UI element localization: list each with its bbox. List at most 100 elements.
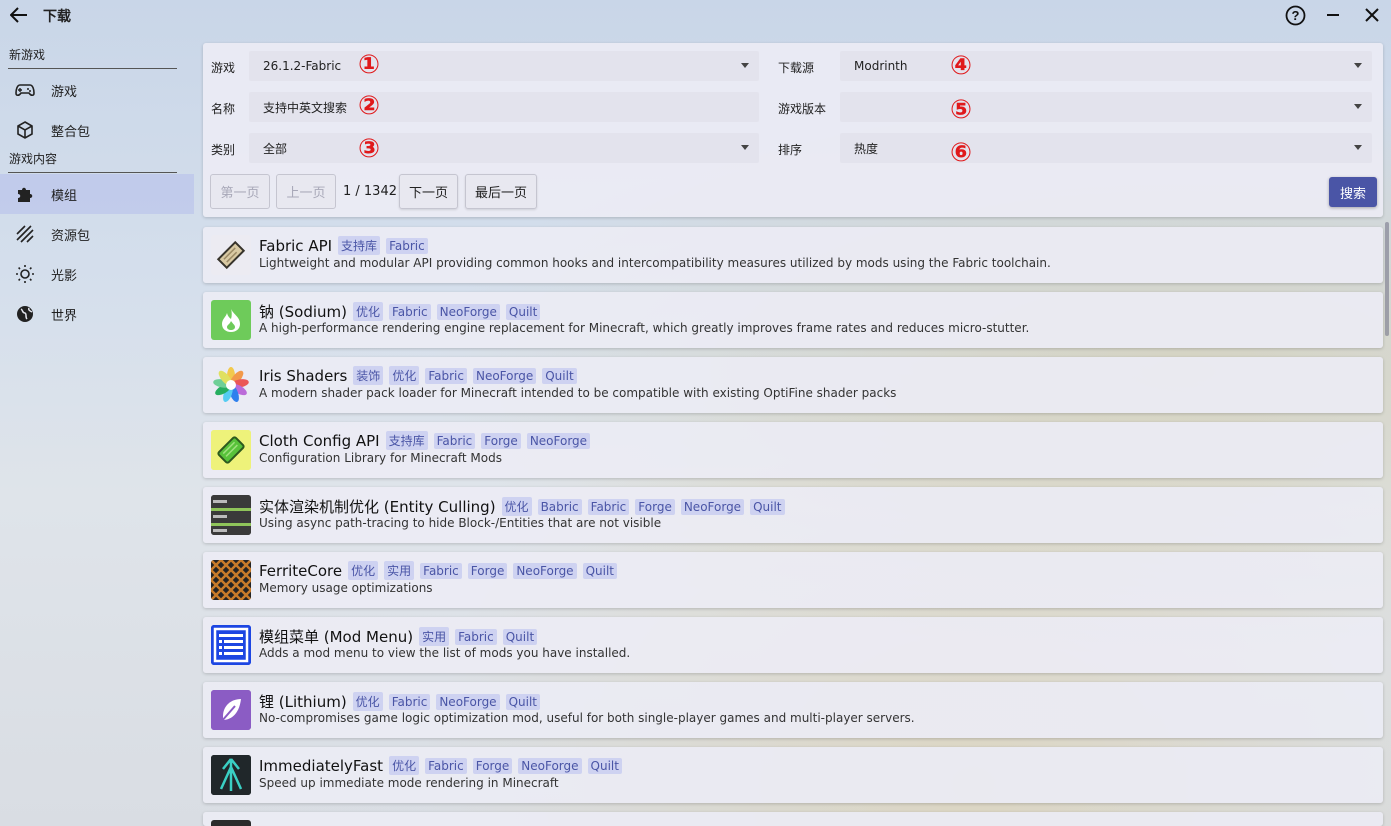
sidebar-item-worlds[interactable]: 世界 — [0, 294, 194, 334]
help-icon: ? — [1285, 5, 1305, 25]
mod-card-entity-culling[interactable]: 实体渲染机制优化 (Entity Culling) 优化 Babric Fabr… — [203, 487, 1383, 543]
source-select-value: Modrinth — [854, 59, 908, 73]
filter-panel: 游戏 26.1.2-Fabric ① 下载源 Modrinth ④ 名称 支持中… — [203, 43, 1383, 217]
mod-tag: Quilt — [582, 562, 618, 579]
mod-name: 锂 (Lithium) — [259, 693, 347, 711]
mod-tag: Quilt — [505, 303, 541, 320]
annotation-3: ③ — [358, 134, 381, 164]
annotation-6: ⑥ — [950, 138, 973, 168]
close-icon — [1365, 8, 1379, 22]
mod-name: Fabric API — [259, 236, 333, 255]
last-page-button[interactable]: 最后一页 — [465, 174, 537, 209]
feather-icon — [211, 690, 251, 730]
sidebar-item-shaders[interactable]: 光影 — [0, 254, 194, 294]
mod-tag: NeoForge — [526, 432, 591, 449]
mod-tag: 支持库 — [385, 431, 428, 450]
next-page-button[interactable]: 下一页 — [399, 174, 458, 209]
mod-tag: 优化 — [352, 692, 383, 711]
mod-description: Adds a mod menu to view the list of mods… — [259, 646, 631, 660]
help-button[interactable]: ? — [1283, 3, 1307, 27]
mod-icon-partial — [211, 820, 251, 826]
mod-tag: Fabric — [388, 693, 431, 710]
search-button[interactable]: 搜索 — [1329, 177, 1377, 207]
source-select[interactable]: Modrinth — [840, 51, 1372, 81]
annotation-4: ④ — [950, 51, 973, 81]
stripes-icon — [15, 224, 35, 244]
chevron-down-icon — [741, 145, 749, 150]
arrow-left-icon — [10, 7, 27, 23]
mod-tag: 优化 — [501, 497, 532, 516]
version-select[interactable] — [840, 92, 1372, 122]
mod-card-cloth-config[interactable]: Cloth Config API 支持库 Fabric Forge NeoFor… — [203, 422, 1383, 478]
annotation-2: ② — [358, 91, 381, 121]
sidebar-item-label: 游戏 — [51, 84, 78, 100]
mod-description: Speed up immediate mode rendering in Min… — [259, 776, 559, 790]
prev-page-button[interactable]: 上一页 — [276, 174, 336, 209]
mod-tag: NeoForge — [436, 303, 500, 320]
sidebar-item-mods[interactable]: 模组 — [0, 174, 194, 214]
mod-tag: Fabric — [389, 303, 431, 320]
mod-card-fabric-api[interactable]: Fabric API 支持库 Fabric Lightweight and mo… — [203, 227, 1383, 283]
mod-tag: Quilt — [587, 757, 622, 774]
mod-name: 实体渲染机制优化 (Entity Culling) — [259, 498, 496, 516]
gamepad-icon — [15, 80, 35, 100]
puzzle-icon — [15, 184, 35, 204]
chevron-down-icon — [741, 63, 749, 68]
list-icon — [211, 625, 251, 665]
sidebar: 新游戏 游戏 整合包 游戏内容 模组 资源包 光影 世界 — [0, 46, 194, 334]
window-title: 下载 — [43, 9, 71, 25]
chevron-down-icon — [1354, 145, 1362, 150]
mod-card-sodium[interactable]: 钠 (Sodium) 优化 Fabric NeoForge Quilt A hi… — [203, 292, 1383, 348]
mod-card-immediatelyfast[interactable]: ImmediatelyFast 优化 Fabric Forge NeoForge… — [203, 747, 1383, 803]
mod-tag: Fabric — [386, 237, 428, 254]
globe-icon — [15, 304, 35, 324]
game-select[interactable]: 26.1.2-Fabric — [249, 51, 759, 81]
category-label: 类别 — [211, 143, 236, 157]
ticket-icon — [211, 430, 251, 470]
mod-description: Memory usage optimizations — [259, 581, 433, 595]
sidebar-item-game[interactable]: 游戏 — [0, 70, 194, 110]
mod-tag: Fabric — [420, 562, 462, 579]
game-label: 游戏 — [211, 61, 236, 75]
mod-tag: Quilt — [502, 628, 538, 645]
mod-name: ImmediatelyFast — [259, 756, 384, 775]
mod-tag: 优化 — [348, 561, 379, 580]
mod-tag: 支持库 — [338, 236, 381, 255]
sort-label: 排序 — [778, 143, 803, 157]
mod-card-mod-menu[interactable]: 模组菜单 (Mod Menu) 实用 Fabric Quilt Adds a m… — [203, 617, 1383, 673]
category-select[interactable]: 全部 — [249, 133, 759, 163]
name-search-input[interactable]: 支持中英文搜索 — [249, 92, 759, 122]
sidebar-item-resourcepacks[interactable]: 资源包 — [0, 214, 194, 254]
mod-tag: Quilt — [542, 367, 577, 384]
sidebar-item-label: 光影 — [51, 268, 78, 284]
back-button[interactable] — [6, 3, 32, 27]
mod-card-lithium[interactable]: 锂 (Lithium) 优化 Fabric NeoForge Quilt No-… — [203, 682, 1383, 738]
mod-tag: Forge — [635, 498, 675, 515]
mod-tag: 优化 — [352, 302, 383, 321]
arrows-up-icon — [211, 755, 251, 795]
mod-card-ferritecore[interactable]: FerriteCore 优化 实用 Fabric Forge NeoForge … — [203, 552, 1383, 608]
page-indicator: 1 / 1342 — [343, 184, 397, 199]
mod-card-iris[interactable]: Iris Shaders 装饰 优化 Fabric NeoForge Quilt… — [203, 357, 1383, 413]
sun-icon — [15, 264, 35, 284]
mod-name: Iris Shaders — [259, 366, 348, 385]
sidebar-header-game-content: 游戏内容 — [0, 150, 194, 174]
minimize-icon — [1327, 14, 1339, 16]
sidebar-item-label: 整合包 — [51, 124, 91, 140]
list-scrollbar[interactable] — [1385, 222, 1389, 336]
mod-tag: Quilt — [750, 498, 785, 515]
mod-name: Cloth Config API — [259, 431, 380, 450]
mod-tag: NeoForge — [513, 562, 577, 579]
scroll-icon — [211, 235, 251, 275]
close-button[interactable] — [1360, 3, 1384, 27]
minimize-button[interactable] — [1321, 3, 1345, 27]
first-page-button[interactable]: 第一页 — [210, 174, 270, 209]
category-select-value: 全部 — [263, 141, 288, 156]
mod-card-partial[interactable] — [203, 812, 1383, 826]
flower-icon — [211, 365, 251, 405]
sidebar-item-modpack[interactable]: 整合包 — [0, 110, 194, 150]
sort-select[interactable]: 热度 — [840, 133, 1372, 163]
mod-tag: Forge — [481, 432, 521, 449]
sidebar-item-label: 模组 — [51, 188, 78, 204]
sort-select-value: 热度 — [854, 141, 879, 156]
